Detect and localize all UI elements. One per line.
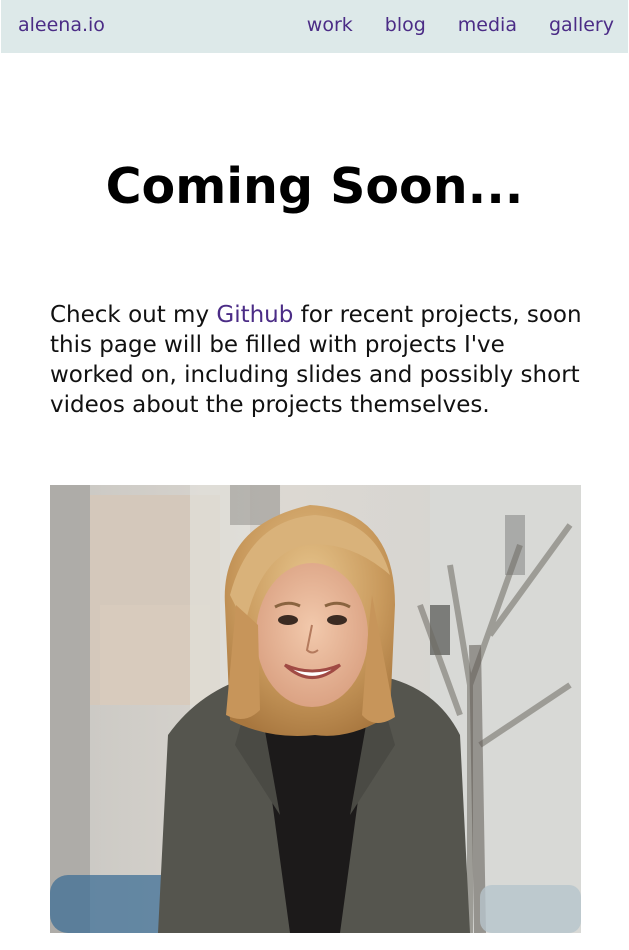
nav-links: work blog media gallery [275, 13, 614, 37]
intro-paragraph: Check out my Github for recent projects,… [50, 300, 590, 420]
page-title: Coming Soon... [105, 158, 524, 215]
nav-link-media[interactable]: media [458, 13, 517, 37]
top-navbar: aleena.io work blog media gallery [1, 0, 628, 53]
nav-link-work[interactable]: work [307, 13, 353, 37]
portrait-photo [50, 485, 581, 933]
brand-link[interactable]: aleena.io [18, 13, 105, 37]
nav-link-blog[interactable]: blog [385, 13, 426, 37]
nav-link-gallery[interactable]: gallery [549, 13, 614, 37]
github-link[interactable]: Github [216, 302, 293, 328]
intro-text-start: Check out my [50, 302, 217, 328]
